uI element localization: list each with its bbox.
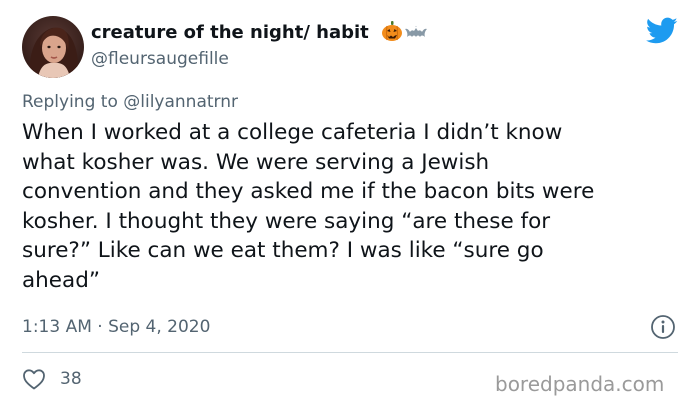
tweet-text-line: kosher. I thought they were saying “are …	[22, 208, 551, 234]
twitter-bird-icon[interactable]	[646, 17, 678, 45]
tweet-text: When I worked at a college cafeteria I d…	[22, 118, 682, 295]
replying-to-label: Replying to	[22, 92, 118, 112]
tweet-text-line: When I worked at a college cafeteria I d…	[22, 120, 563, 145]
tweet-text-line: convention and they asked me if the baco…	[22, 179, 595, 204]
tweet-text-line: ahead”	[22, 267, 100, 293]
tweet-text-line: sure?” Like can we eat them? I was like …	[22, 238, 544, 263]
avatar[interactable]	[22, 16, 84, 78]
display-name-row[interactable]: creature of the night/ habit	[91, 20, 428, 46]
watermark: boredpanda.com	[495, 372, 665, 396]
like-count: 38	[60, 369, 82, 389]
tweet-card: creature of the night/ habit @fleursauge…	[0, 0, 700, 406]
jack-o-lantern-icon	[382, 21, 403, 41]
heart-icon[interactable]	[22, 368, 46, 390]
reply-mention-link[interactable]: @lilyannatrnr	[123, 92, 238, 112]
like-button[interactable]: 38	[22, 366, 82, 392]
tweet-timestamp[interactable]: 1:13 AM · Sep 4, 2020	[22, 315, 210, 339]
divider	[22, 352, 678, 353]
display-name[interactable]: creature of the night/ habit	[91, 22, 369, 43]
name-emoji-group	[381, 20, 428, 42]
avatar-photo	[22, 16, 84, 78]
info-icon[interactable]	[650, 314, 676, 340]
bat-icon	[405, 24, 428, 37]
replying-to: Replying to @lilyannatrnr	[22, 90, 238, 114]
user-handle[interactable]: @fleursaugefille	[91, 47, 229, 71]
tweet-text-line: what kosher was. We were serving a Jewis…	[22, 149, 490, 175]
